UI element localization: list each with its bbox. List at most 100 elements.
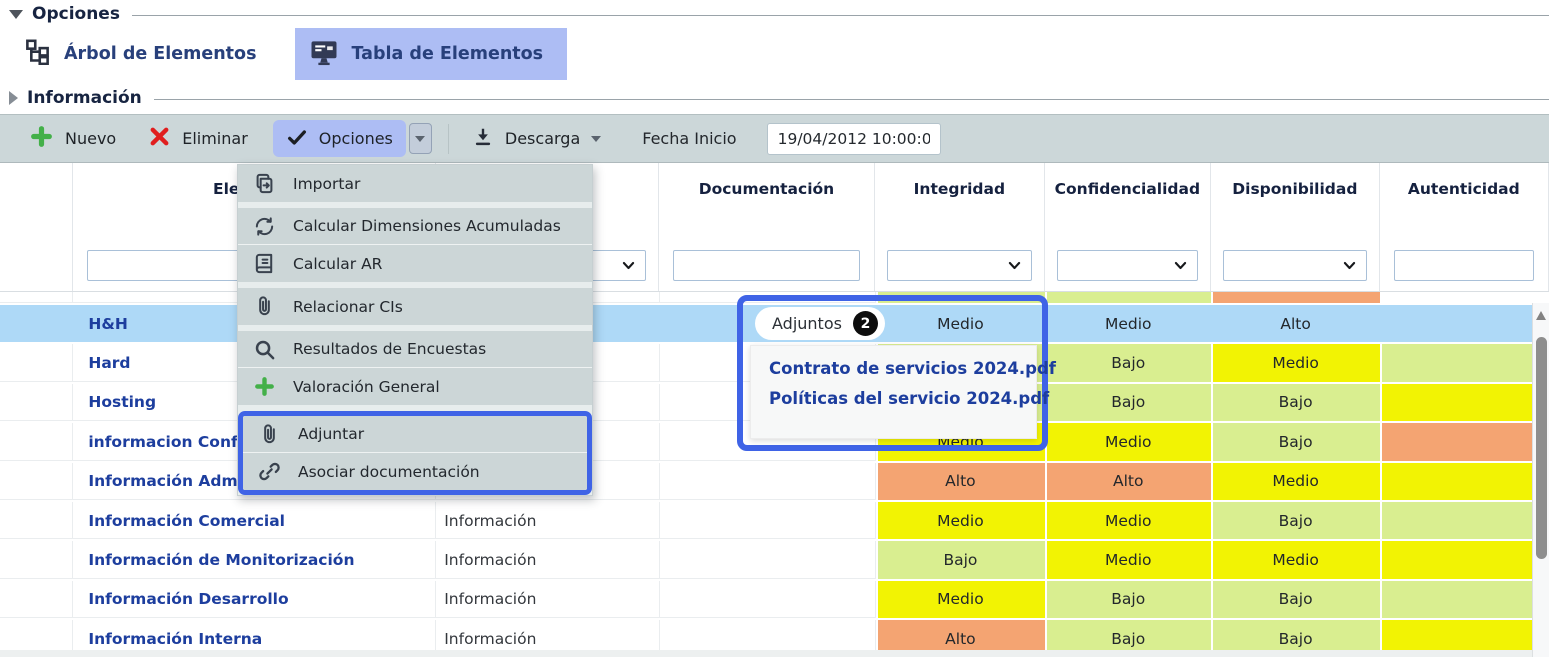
table-row[interactable]: Información AdmiAltoAltoMedio — [0, 463, 1549, 502]
divider — [132, 15, 1549, 16]
cell-select[interactable] — [0, 581, 73, 618]
cell-select[interactable] — [0, 344, 73, 381]
cell-select[interactable] — [0, 423, 73, 460]
tab-arbol-de-elementos[interactable]: Árbol de Elementos — [10, 28, 281, 80]
cell-documentacion — [660, 541, 876, 578]
link-icon — [256, 460, 282, 483]
fecha-inicio-label: Fecha Inicio — [642, 129, 736, 148]
adjuntos-pill: Adjuntos 2 — [755, 307, 885, 340]
x-icon — [148, 125, 171, 152]
filter-select-disponibilidad[interactable] — [1223, 250, 1366, 281]
scrollbar-thumb[interactable] — [1536, 337, 1547, 559]
nuevo-button[interactable]: Nuevo — [16, 120, 129, 157]
chevron-down-icon — [415, 136, 425, 142]
adjuntos-popup: Adjuntos 2 Contrato de servicios 2024.pd… — [737, 295, 1048, 451]
menu-item[interactable]: Valoración General — [238, 368, 592, 405]
section-informacion: Información — [0, 86, 1549, 110]
section-opciones: Opciones — [0, 2, 1549, 26]
cell-elemento[interactable]: Información Comercial — [73, 502, 436, 539]
menu-group: Resultados de Encuestas Valoración Genera… — [238, 331, 592, 405]
search-icon — [251, 338, 277, 361]
chevron-down-icon — [1006, 257, 1023, 274]
table-header-row: Elemento Categoría Documentación Integri… — [0, 163, 1549, 240]
column-header-disponibilidad[interactable]: Disponibilidad — [1211, 163, 1379, 240]
cell-select[interactable] — [0, 541, 73, 578]
cell-categoria: Información — [436, 581, 659, 618]
menu-item-label: Valoración General — [293, 378, 440, 396]
section-title: Información — [27, 88, 142, 108]
column-header-select[interactable] — [0, 163, 73, 240]
cell-disponibilidad: Bajo — [1211, 581, 1379, 618]
paperclip-icon — [256, 423, 282, 446]
column-header-integridad[interactable]: Integridad — [875, 163, 1044, 240]
column-header-documentacion[interactable]: Documentación — [659, 163, 875, 240]
cell-confidencialidad — [1045, 292, 1211, 303]
filter-select-confidencialidad[interactable] — [1057, 250, 1199, 281]
descarga-button[interactable]: Descarga — [459, 120, 614, 157]
cell-elemento[interactable]: Información de Monitorización — [73, 541, 436, 578]
tab-tabla-de-elementos[interactable]: Tabla de Elementos — [295, 28, 568, 80]
menu-item-label: Importar — [293, 175, 360, 193]
cell-categoria: Información — [436, 502, 659, 539]
cell-select[interactable] — [0, 502, 73, 539]
menu-item[interactable]: Adjuntar — [243, 416, 587, 453]
menu-item[interactable]: Relacionar CIs — [238, 288, 592, 325]
vertical-scrollbar[interactable] — [1532, 303, 1549, 657]
button-label: Opciones — [319, 129, 393, 148]
view-tabs: Árbol de Elementos Tabla de Elementos — [10, 28, 567, 80]
table-row[interactable]: Información de MonitorizaciónInformación… — [0, 541, 1549, 580]
filter-input-documentacion[interactable] — [673, 250, 860, 281]
tree-icon — [24, 38, 51, 70]
table-row[interactable]: Información ComercialInformaciónMedioMed… — [0, 502, 1549, 541]
menu-item[interactable]: Calcular AR — [238, 245, 592, 282]
attachment-link[interactable]: Contrato de servicios 2024.pdf — [769, 359, 1036, 378]
collapse-arrow-icon[interactable] — [9, 10, 23, 19]
menu-item[interactable]: Importar — [238, 165, 592, 202]
column-header-autenticidad[interactable]: Autenticidad — [1380, 163, 1549, 240]
expand-arrow-icon[interactable] — [9, 91, 18, 105]
scroll-up-arrow-icon[interactable] — [1536, 311, 1546, 320]
cell-integridad: Bajo — [876, 541, 1045, 578]
cell-confidencialidad: Medio — [1045, 423, 1211, 460]
cell-categoria: Información — [436, 541, 659, 578]
cell-confidencialidad: Medio — [1045, 502, 1211, 539]
filter-select-integridad[interactable] — [887, 250, 1031, 281]
cell-select[interactable] — [0, 305, 73, 342]
cell-select[interactable] — [0, 384, 73, 421]
plus-icon — [29, 124, 54, 153]
cell-select[interactable] — [0, 292, 73, 303]
refresh-icon — [251, 215, 277, 238]
chevron-down-icon — [591, 136, 601, 142]
cell-autenticidad — [1380, 384, 1549, 421]
cell-disponibilidad: Medio — [1211, 344, 1379, 381]
cell-select[interactable] — [0, 463, 73, 500]
section-title: Opciones — [32, 4, 120, 24]
cell-integridad: Alto — [876, 463, 1045, 500]
opciones-dropdown-arrow[interactable] — [409, 123, 432, 154]
menu-item-label: Calcular AR — [293, 255, 382, 273]
check-icon — [286, 126, 308, 152]
opciones-button[interactable]: Opciones — [273, 120, 406, 157]
cell-disponibilidad — [1211, 292, 1379, 303]
eliminar-button[interactable]: Eliminar — [135, 120, 261, 157]
menu-item[interactable]: Resultados de Encuestas — [238, 331, 592, 368]
column-header-confidencialidad[interactable]: Confidencialidad — [1045, 163, 1212, 240]
cell-autenticidad — [1380, 305, 1549, 342]
cell-autenticidad — [1380, 423, 1549, 460]
table-filter-row — [0, 240, 1549, 292]
cell-disponibilidad: Medio — [1211, 541, 1379, 578]
fecha-inicio-input[interactable] — [767, 123, 941, 155]
menu-item[interactable]: Asociar documentación — [243, 453, 587, 490]
cell-elemento[interactable]: Información Desarrollo — [73, 581, 436, 618]
cell-disponibilidad: Alto — [1211, 305, 1379, 342]
button-label: Nuevo — [65, 129, 116, 148]
menu-item[interactable]: Calcular Dimensiones Acumuladas — [238, 208, 592, 245]
menu-group-highlighted: AdjuntarAsociar documentación — [238, 411, 592, 495]
attachment-link[interactable]: Políticas del servicio 2024.pdf — [769, 389, 1036, 408]
filter-input-autenticidad[interactable] — [1394, 250, 1534, 281]
chevron-down-icon — [1341, 257, 1358, 274]
download-icon — [472, 126, 494, 152]
table-row[interactable]: Información DesarrolloInformaciónMedioBa… — [0, 581, 1549, 620]
plus-icon — [251, 375, 277, 398]
cell-disponibilidad: Bajo — [1211, 384, 1379, 421]
